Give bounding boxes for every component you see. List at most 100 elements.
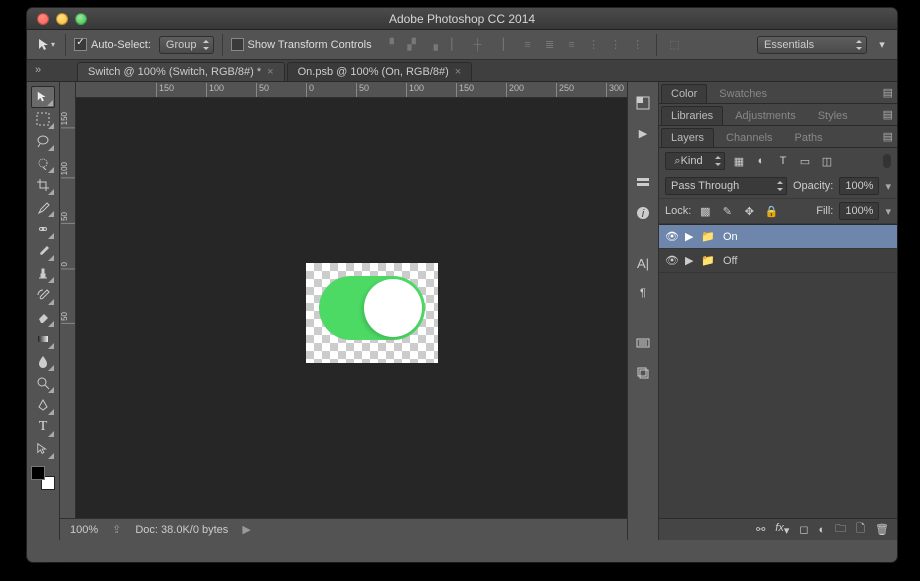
delete-layer-icon[interactable]: 🗑 (875, 523, 889, 536)
status-menu-icon[interactable]: ▶ (242, 523, 250, 536)
fill-field[interactable]: 100% (839, 202, 879, 220)
filter-type-icon[interactable]: T (775, 153, 791, 169)
lock-transparency-icon[interactable]: ▩ (697, 203, 713, 219)
lock-all-icon[interactable]: 🔒 (763, 203, 779, 219)
canvas-area[interactable]: 150 100 50 0 50 150 100 50 0 50 100 150 … (60, 82, 627, 540)
dist-hcenter-icon[interactable]: ⋮ (606, 35, 626, 55)
panel-tab-layers[interactable]: Layers (661, 128, 714, 147)
new-layer-icon[interactable]: 🗋 (856, 520, 865, 539)
visibility-icon[interactable]: 👁 (665, 254, 679, 267)
filter-shape-icon[interactable]: ▭ (797, 153, 813, 169)
dist-top-icon[interactable]: ≡ (518, 35, 538, 55)
blend-mode-select[interactable]: Pass Through (665, 177, 787, 195)
align-right-icon[interactable]: ▕ (490, 35, 510, 55)
panel-tab-libraries[interactable]: Libraries (661, 106, 723, 125)
panel-tab-paths[interactable]: Paths (785, 128, 833, 147)
dist-right-icon[interactable]: ⋮ (628, 35, 648, 55)
align-hcenter-icon[interactable]: ┼ (468, 35, 488, 55)
tab-expander-icon[interactable]: » (35, 64, 41, 76)
visibility-icon[interactable]: 👁 (665, 230, 679, 243)
panel-tab-styles[interactable]: Styles (808, 106, 858, 125)
horizontal-ruler[interactable]: 150 100 50 0 50 100 150 200 250 300 (76, 82, 627, 98)
vertical-ruler[interactable]: 150 100 50 0 50 (60, 82, 76, 540)
pen-tool[interactable] (31, 394, 55, 416)
layer-name[interactable]: On (723, 231, 891, 243)
opacity-field[interactable]: 100% (839, 177, 879, 195)
share-icon[interactable]: ⇪ (112, 523, 121, 536)
auto-select-mode-select[interactable]: Group (159, 36, 214, 54)
layer-list[interactable]: 👁 ▶ 📁 On 👁 ▶ 📁 Off (659, 225, 897, 518)
expand-icon[interactable]: ▶ (685, 230, 695, 243)
adjustment-layer-icon[interactable]: ◐ (819, 524, 826, 536)
filter-pixel-icon[interactable]: ▦ (731, 153, 747, 169)
lock-pixels-icon[interactable]: ✎ (719, 203, 735, 219)
document-canvas[interactable] (306, 263, 438, 363)
character-panel-icon[interactable]: A| (632, 252, 654, 274)
history-brush-tool[interactable] (31, 284, 55, 306)
layer-filter-select[interactable]: ⌕ Kind (665, 152, 725, 170)
panel-tab-adjustments[interactable]: Adjustments (725, 106, 806, 125)
align-top-icon[interactable]: ▝ (380, 35, 400, 55)
document-tab[interactable]: On.psb @ 100% (On, RGB/8#) × (287, 62, 473, 81)
paragraph-panel-icon[interactable]: ¶ (632, 282, 654, 304)
panel-menu-icon[interactable]: ▤ (883, 108, 893, 121)
show-transform-checkbox[interactable]: Show Transform Controls (231, 38, 372, 51)
link-layers-icon[interactable]: ⚯ (756, 523, 765, 536)
panel-tab-swatches[interactable]: Swatches (709, 84, 777, 103)
move-tool[interactable] (31, 86, 55, 108)
zoom-value[interactable]: 100% (70, 524, 98, 536)
panel-menu-icon[interactable]: ▤ (883, 86, 893, 99)
lock-position-icon[interactable]: ✥ (741, 203, 757, 219)
quick-select-tool[interactable] (31, 152, 55, 174)
workspace-select[interactable]: Essentials (757, 36, 867, 54)
panel-tab-color[interactable]: Color (661, 84, 707, 103)
3d-mode-icon[interactable]: ⬚ (665, 35, 685, 55)
brush-tool[interactable] (31, 240, 55, 262)
close-tab-icon[interactable]: × (455, 66, 461, 78)
info-panel-icon[interactable]: i (632, 202, 654, 224)
brush-panel-icon[interactable] (632, 332, 654, 354)
dodge-tool[interactable] (31, 372, 55, 394)
type-tool[interactable]: T (31, 416, 55, 438)
marquee-tool[interactable] (31, 108, 55, 130)
align-vcenter-icon[interactable]: ▞ (402, 35, 422, 55)
filter-adjust-icon[interactable]: ◐ (753, 153, 769, 169)
foreground-color-swatch[interactable] (31, 466, 45, 480)
gradient-tool[interactable] (31, 328, 55, 350)
align-left-icon[interactable]: ▏ (446, 35, 466, 55)
dist-left-icon[interactable]: ⋮ (584, 35, 604, 55)
fill-stepper-icon[interactable]: ▾ (885, 205, 891, 218)
stamp-tool[interactable] (31, 262, 55, 284)
blur-tool[interactable] (31, 350, 55, 372)
layer-name[interactable]: Off (723, 255, 891, 267)
filter-toggle-icon[interactable] (883, 154, 891, 168)
align-bottom-icon[interactable]: ▗ (424, 35, 444, 55)
layer-mask-icon[interactable]: ◻ (799, 523, 808, 536)
dist-bottom-icon[interactable]: ≡ (562, 35, 582, 55)
foreground-background-swatch[interactable] (31, 466, 55, 490)
options-menu-icon[interactable]: ▾ (875, 38, 889, 51)
close-tab-icon[interactable]: × (267, 66, 273, 78)
actions-panel-icon[interactable]: ▶ (632, 122, 654, 144)
lasso-tool[interactable] (31, 130, 55, 152)
properties-panel-icon[interactable] (632, 172, 654, 194)
document-tab[interactable]: Switch @ 100% (Switch, RGB/8#) * × (77, 62, 285, 81)
auto-select-checkbox[interactable]: Auto-Select: (74, 38, 151, 51)
panel-tab-channels[interactable]: Channels (716, 128, 782, 147)
layer-fx-icon[interactable]: fx▾ (775, 522, 789, 537)
opacity-stepper-icon[interactable]: ▾ (885, 180, 891, 193)
crop-tool[interactable] (31, 174, 55, 196)
panel-menu-icon[interactable]: ▤ (883, 130, 893, 143)
dist-vcenter-icon[interactable]: ≣ (540, 35, 560, 55)
history-panel-icon[interactable] (632, 92, 654, 114)
eraser-tool[interactable] (31, 306, 55, 328)
clone-panel-icon[interactable] (632, 362, 654, 384)
new-group-icon[interactable]: 🗀 (835, 520, 846, 539)
filter-smart-icon[interactable]: ◫ (819, 153, 835, 169)
layer-row[interactable]: 👁 ▶ 📁 Off (659, 249, 897, 273)
layer-row[interactable]: 👁 ▶ 📁 On (659, 225, 897, 249)
eyedropper-tool[interactable] (31, 196, 55, 218)
healing-tool[interactable] (31, 218, 55, 240)
expand-icon[interactable]: ▶ (685, 254, 695, 267)
path-select-tool[interactable] (31, 438, 55, 460)
